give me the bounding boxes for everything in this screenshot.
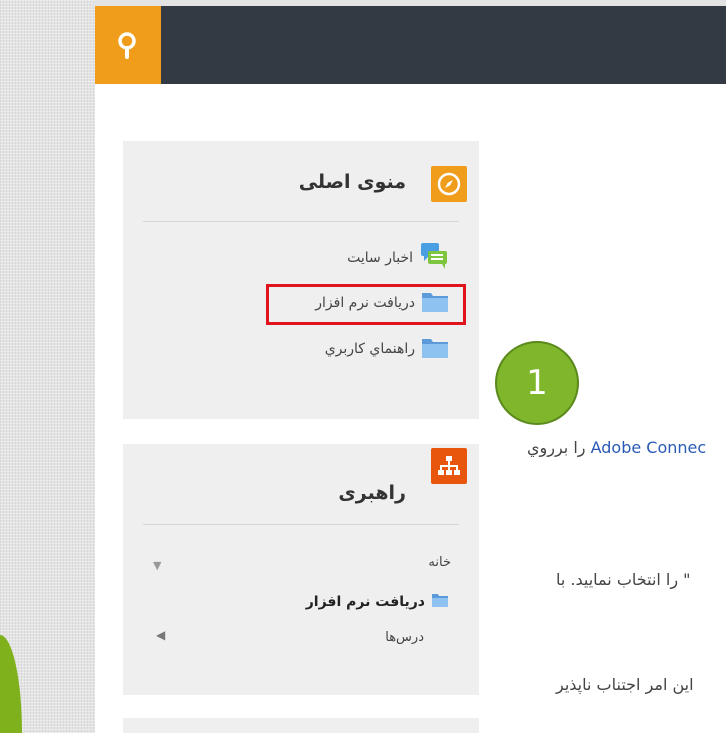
sitemap-icon xyxy=(431,448,467,484)
search-icon xyxy=(118,32,136,59)
step-number-badge: 1 xyxy=(495,341,579,425)
left-background-strip xyxy=(0,0,95,733)
adobe-connect-link[interactable]: Adobe Connec xyxy=(591,438,707,457)
compass-icon xyxy=(431,166,467,202)
nav-current-label: دریافت نرم افزار xyxy=(305,594,425,610)
folder-icon xyxy=(431,592,449,612)
menu-item-label: اخبار سایت xyxy=(347,250,413,266)
menu-item-user-guide[interactable]: راهنماي كاربري xyxy=(325,335,449,363)
main-menu-block: منوی اصلی اخبار سایت دریافت نرم افزار را… xyxy=(123,141,479,419)
chat-bubbles-icon xyxy=(419,241,449,275)
navigation-divider xyxy=(143,524,459,525)
main-menu-title: منوی اصلی xyxy=(298,171,406,193)
navigation-block: راهبری خانه ▼ دریافت نرم افزار درس‌ها ◀ xyxy=(123,444,479,695)
content-line-1-text: را برروي xyxy=(527,438,591,457)
nav-current-item[interactable]: دریافت نرم افزار xyxy=(306,592,449,612)
content-line-3: اين امر اجتناب ناپذير xyxy=(556,675,694,694)
content-line-1: Adobe Connec را برروي xyxy=(527,438,706,457)
collapse-arrow-icon[interactable]: ▼ xyxy=(153,559,161,572)
top-navbar xyxy=(95,6,726,84)
navigation-title: راهبری xyxy=(338,482,406,504)
main-menu-divider xyxy=(143,221,459,222)
nav-home-label: خانه xyxy=(428,555,451,570)
menu-item-site-news[interactable]: اخبار سایت xyxy=(347,241,449,275)
search-button[interactable] xyxy=(95,6,161,84)
expand-arrow-icon[interactable]: ◀ xyxy=(156,628,165,642)
nav-home-link[interactable]: خانه xyxy=(428,555,451,570)
highlight-rectangle xyxy=(266,284,466,325)
next-block-top xyxy=(123,718,479,733)
nav-courses-link[interactable]: درس‌ها xyxy=(385,630,424,645)
navigation-header: راهبری xyxy=(123,444,479,524)
folder-icon xyxy=(421,335,449,363)
content-line-2: " را انتخاب نماييد. با xyxy=(556,570,691,589)
nav-courses-label: درس‌ها xyxy=(385,630,424,645)
main-menu-header: منوی اصلی xyxy=(123,141,479,221)
menu-item-label: راهنماي كاربري xyxy=(324,341,415,357)
